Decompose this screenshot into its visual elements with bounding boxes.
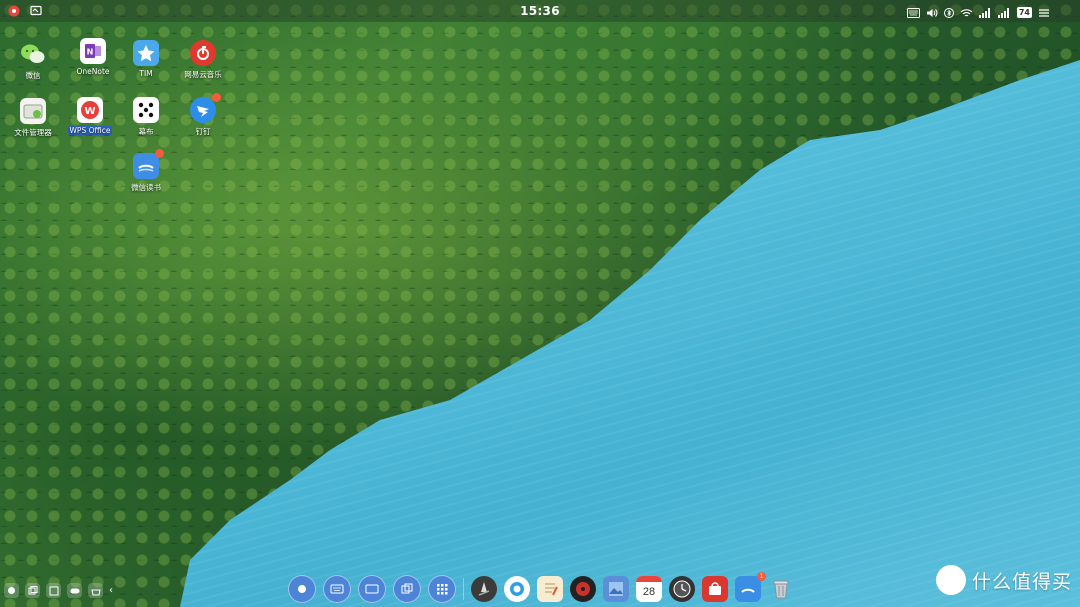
messages-icon[interactable]: 1 [735, 572, 766, 602]
dock-windows-icon[interactable] [393, 575, 421, 603]
battery-indicator[interactable]: 74 [1016, 7, 1032, 18]
desktop-icon-mubu[interactable]: 幕布 [118, 97, 174, 137]
app-label: TIM [139, 69, 153, 78]
dock-launcher-icon[interactable] [288, 575, 316, 603]
browser-icon[interactable] [504, 576, 530, 602]
netease-music-icon [190, 40, 216, 66]
notification-badge: 1 [757, 572, 766, 581]
app-label: 微信读书 [131, 183, 161, 192]
desktop-icon-netease-music[interactable]: 网易云音乐 [175, 40, 231, 80]
desktop-icon-onenote[interactable]: N OneNote [65, 38, 121, 76]
keyboard-icon[interactable] [906, 3, 920, 22]
app-menu-icon[interactable] [6, 3, 22, 19]
basket-icon[interactable] [88, 583, 103, 598]
app-store-icon[interactable] [702, 576, 728, 602]
wechat-read-icon [133, 149, 164, 179]
dock-separator [463, 578, 464, 600]
dock-app-grid-icon[interactable] [428, 575, 456, 603]
screen-capture-icon[interactable] [28, 3, 44, 19]
watermark-text: 什么值得买 [971, 570, 1072, 593]
desktop-icon-dingtalk[interactable]: 钉钉 [175, 93, 231, 137]
watermark-logo [935, 565, 966, 595]
music-player-icon[interactable] [570, 576, 596, 602]
signal-icon-2 [997, 3, 1011, 22]
multitask-icon[interactable] [25, 583, 40, 598]
svg-text:W: W [84, 106, 95, 117]
dock-keyboard-icon[interactable] [323, 575, 351, 603]
desktop-icon-wechat[interactable]: 微信 [5, 41, 61, 81]
bluetooth-icon[interactable] [943, 3, 954, 22]
dock: 28 1 [288, 572, 794, 603]
tim-icon [133, 40, 159, 66]
signal-icon [978, 3, 992, 22]
wps-office-icon: W [77, 97, 103, 123]
dingtalk-icon [190, 93, 221, 123]
desktop-icon-file-manager[interactable]: 文件管理器 [5, 98, 61, 138]
volume-icon[interactable] [926, 3, 938, 22]
app-label: OneNote [76, 67, 110, 76]
svg-text:N: N [87, 48, 94, 57]
calendar-day: 28 [642, 585, 656, 598]
window-icon[interactable] [46, 583, 61, 598]
calendar-icon[interactable]: 28 [636, 576, 662, 602]
wechat-icon [20, 41, 46, 67]
top-status-bar: 15:36 74 [0, 0, 1080, 22]
mubu-icon [133, 97, 159, 123]
clock-icon[interactable] [669, 576, 695, 602]
desktop-icon-tim[interactable]: TIM [118, 40, 174, 78]
desktop-icon-wps-office[interactable]: W WPS Office [62, 97, 118, 135]
collapse-arrow-icon[interactable]: ‹ [109, 585, 113, 596]
onenote-icon: N [80, 38, 106, 64]
app-label: 微信 [25, 71, 41, 80]
bottom-left-controls: ‹ [4, 583, 113, 598]
wifi-icon[interactable] [960, 3, 973, 22]
notification-badge [212, 93, 221, 102]
photos-icon[interactable] [603, 576, 629, 602]
desktop-icon-wechat-read[interactable]: 微信读书 [118, 149, 174, 193]
watermark: 什么值得买 [935, 565, 1072, 595]
notification-center-icon[interactable] [1038, 3, 1050, 22]
app-label: WPS Office [67, 126, 113, 135]
app-label: 幕布 [138, 127, 154, 136]
clock[interactable]: 15:36 [520, 4, 560, 18]
file-manager-icon [20, 98, 46, 124]
notification-badge [155, 149, 164, 158]
launchpad-icon[interactable] [471, 576, 497, 602]
toggle-icon[interactable] [67, 583, 82, 598]
launcher-icon[interactable] [4, 583, 19, 598]
dock-screen-icon[interactable] [358, 575, 386, 603]
app-label: 文件管理器 [14, 128, 52, 137]
app-label: 网易云音乐 [184, 70, 222, 79]
trash-icon[interactable] [768, 576, 794, 602]
desktop-wallpaper [0, 0, 1080, 607]
app-label: 钉钉 [195, 127, 211, 136]
notes-icon[interactable] [537, 576, 563, 602]
